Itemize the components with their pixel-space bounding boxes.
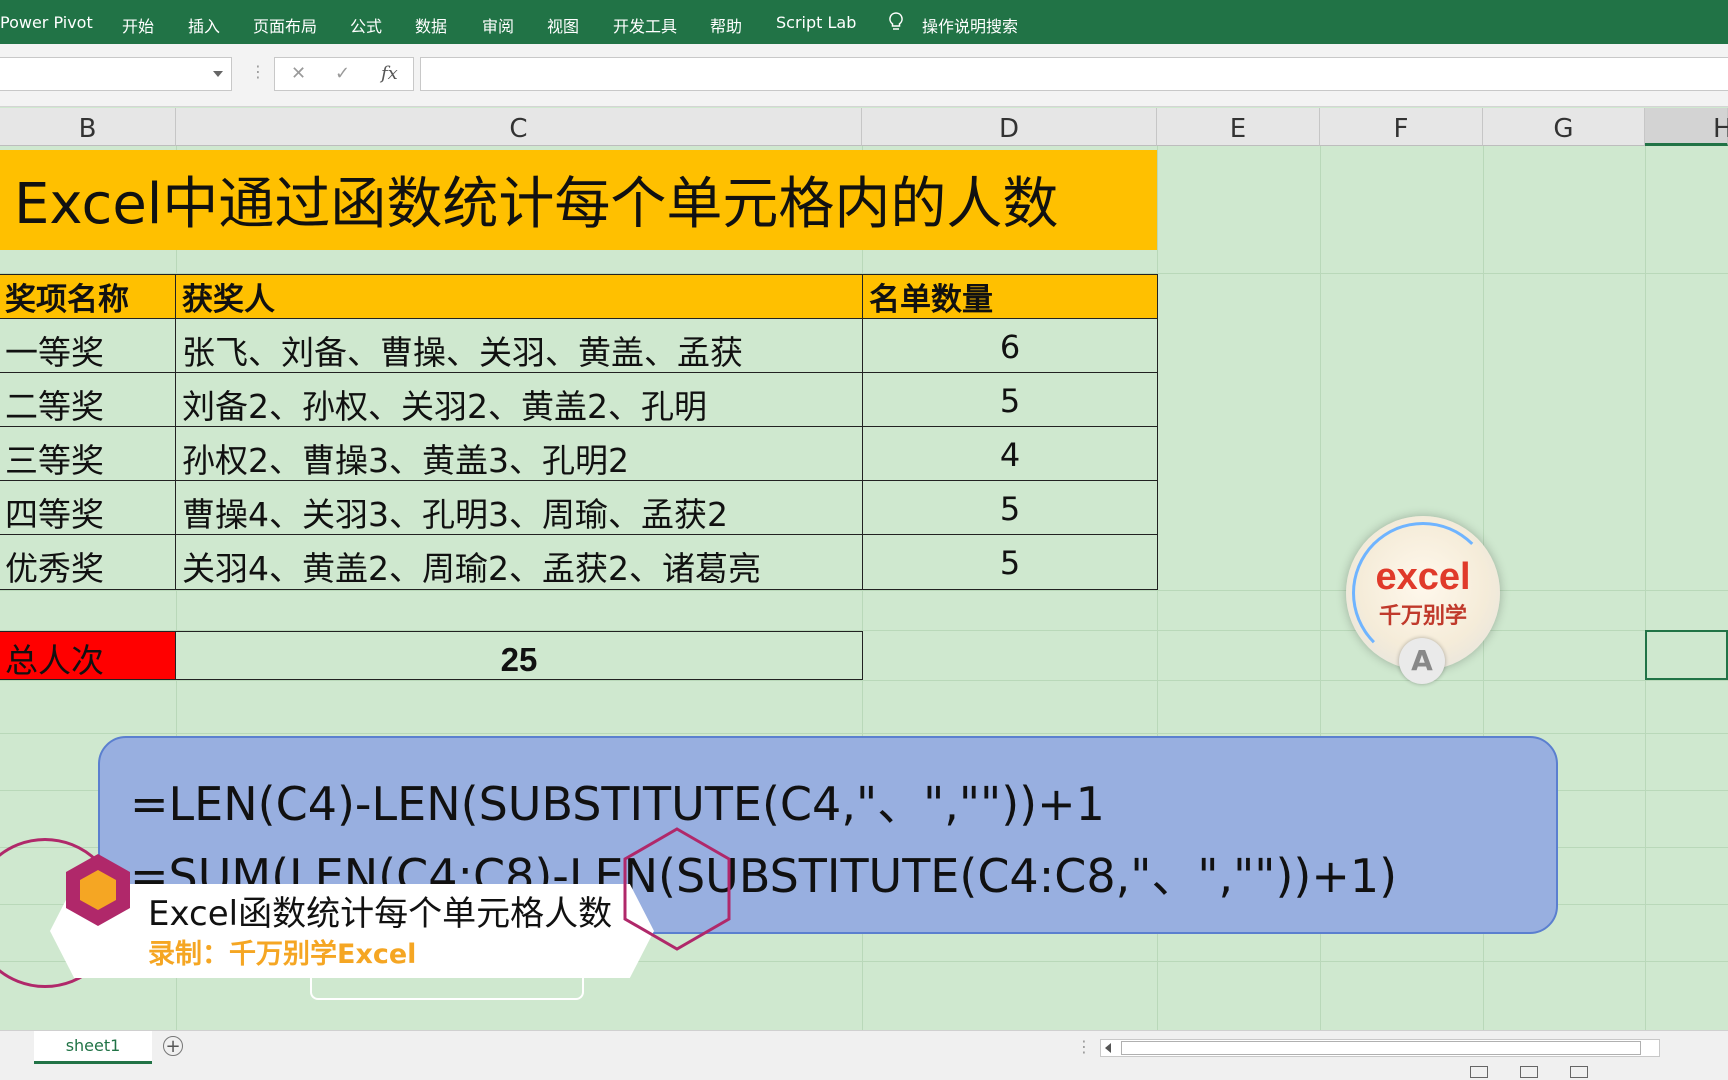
caption-underline — [310, 976, 584, 1000]
more-icon: ⋮ — [250, 62, 266, 81]
sheet-title-banner[interactable]: Excel中通过函数统计每个单元格内的人数 — [0, 150, 1157, 250]
tab-data[interactable]: 数据 — [415, 13, 447, 37]
chevron-down-icon[interactable] — [213, 71, 223, 77]
logo-word: excel — [1375, 556, 1471, 598]
column-header-e[interactable]: E — [1157, 108, 1320, 146]
more-icon: ⋮ — [1076, 1037, 1092, 1056]
cell-winners[interactable]: 关羽4、黄盖2、周瑜2、孟获2、诸葛亮 — [175, 534, 863, 590]
formula-line-1: =LEN(C4)-LEN(SUBSTITUTE(C4,"、",""))+1 — [130, 777, 1105, 831]
cell-count[interactable]: 5 — [862, 372, 1158, 427]
channel-logo: excel 千万别学 A — [1346, 516, 1500, 684]
sheet-tab-sheet1[interactable]: sheet1 — [34, 1031, 152, 1064]
cell-count[interactable]: 5 — [862, 534, 1158, 590]
tab-power-pivot[interactable]: Power Pivot — [0, 13, 93, 32]
tab-help[interactable]: 帮助 — [710, 13, 742, 37]
cell-award[interactable]: 优秀奖 — [0, 534, 176, 590]
insert-function-icon[interactable]: fx — [381, 63, 398, 84]
cell-count[interactable]: 5 — [862, 480, 1158, 535]
add-sheet-button[interactable]: + — [163, 1036, 183, 1056]
column-header-c[interactable]: C — [176, 108, 862, 146]
grid-line — [0, 680, 1728, 681]
grid-line — [0, 733, 1728, 734]
tab-view[interactable]: 视图 — [547, 13, 579, 37]
tab-formulas[interactable]: 公式 — [350, 13, 382, 37]
ribbon-tabs: Power Pivot 开始 插入 页面布局 公式 数据 审阅 视图 开发工具 … — [0, 0, 1728, 44]
grid-line — [1645, 146, 1646, 1030]
hexagon-outline-icon — [623, 827, 731, 951]
cell-winners[interactable]: 刘备2、孙权、关羽2、黄盖2、孔明 — [175, 372, 863, 427]
tab-developer[interactable]: 开发工具 — [613, 13, 677, 37]
total-value-cell[interactable]: 25 — [175, 631, 863, 680]
header-winners[interactable]: 获奖人 — [175, 274, 863, 319]
caption-title: Excel函数统计每个单元格人数 — [148, 894, 613, 934]
cell-award[interactable]: 三等奖 — [0, 426, 176, 481]
formula-buttons: ✕ ✓ fx — [274, 57, 414, 91]
column-header-d[interactable]: D — [862, 108, 1157, 146]
cell-winners[interactable]: 孙权2、曹操3、黄盖3、孔明2 — [175, 426, 863, 481]
logo-subtitle: 千万别学 — [1378, 604, 1467, 629]
column-header-f[interactable]: F — [1320, 108, 1483, 146]
cancel-icon[interactable]: ✕ — [291, 63, 306, 84]
header-award-name[interactable]: 奖项名称 — [0, 274, 176, 319]
logo-badge-letter: A — [1399, 638, 1445, 684]
cell-count[interactable]: 6 — [862, 318, 1158, 373]
lightbulb-icon — [889, 12, 903, 30]
tab-page-layout[interactable]: 页面布局 — [253, 13, 317, 37]
cell-count[interactable]: 4 — [862, 426, 1158, 481]
cell-winners[interactable]: 张飞、刘备、曹操、关羽、黄盖、孟获 — [175, 318, 863, 373]
cell-winners[interactable]: 曹操4、关羽3、孔明3、周瑜、孟获2 — [175, 480, 863, 535]
tab-review[interactable]: 审阅 — [482, 13, 514, 37]
scrollbar-thumb[interactable] — [1121, 1041, 1641, 1055]
column-header-h[interactable]: H — [1645, 108, 1728, 146]
total-label-cell[interactable]: 总人次 — [0, 631, 176, 680]
column-header-b[interactable]: B — [0, 108, 176, 146]
cell-award[interactable]: 二等奖 — [0, 372, 176, 427]
confirm-icon[interactable]: ✓ — [335, 63, 350, 84]
tab-script-lab[interactable]: Script Lab — [776, 13, 856, 32]
tell-me-search[interactable]: 操作说明搜索 — [922, 13, 1018, 37]
page-break-view-icon[interactable] — [1570, 1066, 1588, 1078]
sheet-tab-bar: sheet1 + ⋮ — [0, 1030, 1728, 1065]
formula-input[interactable] — [420, 57, 1728, 91]
column-header-g[interactable]: G — [1483, 108, 1645, 146]
active-cell-outline[interactable] — [1645, 630, 1728, 680]
normal-view-icon[interactable] — [1470, 1066, 1488, 1078]
header-list-count[interactable]: 名单数量 — [862, 274, 1158, 319]
video-caption: Excel函数统计每个单元格人数 录制：千万别学Excel — [0, 838, 720, 998]
status-bar — [0, 1064, 1728, 1080]
cell-award[interactable]: 四等奖 — [0, 480, 176, 535]
formula-bar: ⋮ ✕ ✓ fx — [0, 44, 1728, 107]
tab-home[interactable]: 开始 — [122, 13, 154, 37]
name-box[interactable] — [0, 57, 232, 91]
scroll-left-icon[interactable] — [1105, 1043, 1111, 1053]
caption-subtitle: 录制：千万别学Excel — [148, 939, 417, 970]
horizontal-scrollbar[interactable] — [1100, 1039, 1660, 1057]
page-layout-view-icon[interactable] — [1520, 1066, 1538, 1078]
cell-award[interactable]: 一等奖 — [0, 318, 176, 373]
tab-insert[interactable]: 插入 — [188, 13, 220, 37]
